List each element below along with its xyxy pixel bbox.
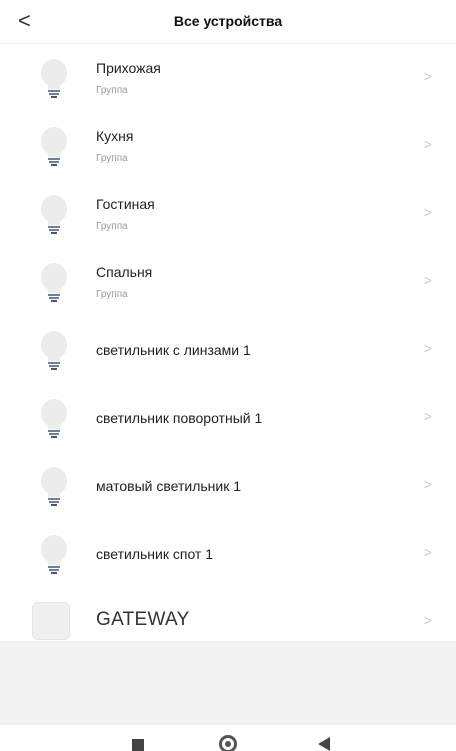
chevron-right-icon: > xyxy=(423,272,432,288)
device-row-rotary-lamp[interactable]: светильник поворотный 1 > xyxy=(0,384,456,452)
gateway-icon xyxy=(32,602,70,640)
top-bar: < Все устройства xyxy=(0,0,456,44)
device-row-kukhnya[interactable]: Кухня Группа > xyxy=(0,112,456,180)
device-type: Группа xyxy=(96,85,128,96)
device-row-gostinaya[interactable]: Гостиная Группа > xyxy=(0,180,456,248)
bulb-icon xyxy=(41,127,67,166)
bulb-icon xyxy=(41,535,67,574)
device-type: Группа xyxy=(96,289,128,300)
device-name: Прихожая xyxy=(96,60,161,76)
empty-area xyxy=(0,641,456,725)
device-list: Прихожая Группа > Кухня Группа > Гостина… xyxy=(0,44,456,656)
home-icon[interactable] xyxy=(219,735,237,751)
device-type: Группа xyxy=(96,153,128,164)
device-name: матовый светильник 1 xyxy=(96,478,242,494)
bulb-icon xyxy=(41,195,67,234)
system-nav-bar xyxy=(0,725,456,751)
chevron-right-icon: > xyxy=(423,136,432,152)
bulb-icon xyxy=(41,399,67,438)
chevron-right-icon: > xyxy=(423,612,432,628)
device-row-lens-lamp[interactable]: светильник с линзами 1 > xyxy=(0,316,456,384)
chevron-right-icon: > xyxy=(423,544,432,560)
device-name: светильник поворотный 1 xyxy=(96,410,263,426)
bulb-icon xyxy=(41,467,67,506)
bulb-icon xyxy=(41,263,67,302)
device-row-spot-lamp[interactable]: светильник спот 1 > xyxy=(0,520,456,588)
bulb-icon xyxy=(41,59,67,98)
chevron-right-icon: > xyxy=(423,68,432,84)
chevron-right-icon: > xyxy=(423,340,432,356)
gateway-name: GATEWAY xyxy=(96,609,190,630)
chevron-right-icon: > xyxy=(423,408,432,424)
back-triangle-icon[interactable] xyxy=(318,737,330,751)
bulb-icon xyxy=(41,331,67,370)
page-title: Все устройства xyxy=(173,13,283,29)
device-row-prikhozhaya[interactable]: Прихожая Группа > xyxy=(0,44,456,112)
device-name: светильник с линзами 1 xyxy=(96,342,251,358)
device-name: светильник спот 1 xyxy=(96,546,214,562)
device-row-spalnya[interactable]: Спальня Группа > xyxy=(0,248,456,316)
recent-apps-icon[interactable] xyxy=(132,739,144,751)
chevron-right-icon: > xyxy=(423,204,432,220)
device-name: Спальня xyxy=(96,264,153,280)
device-name: Кухня xyxy=(96,128,134,144)
chevron-right-icon: > xyxy=(423,476,432,492)
device-row-matte-lamp[interactable]: матовый светильник 1 > xyxy=(0,452,456,520)
device-type: Группа xyxy=(96,221,128,232)
device-name: Гостиная xyxy=(96,196,155,212)
